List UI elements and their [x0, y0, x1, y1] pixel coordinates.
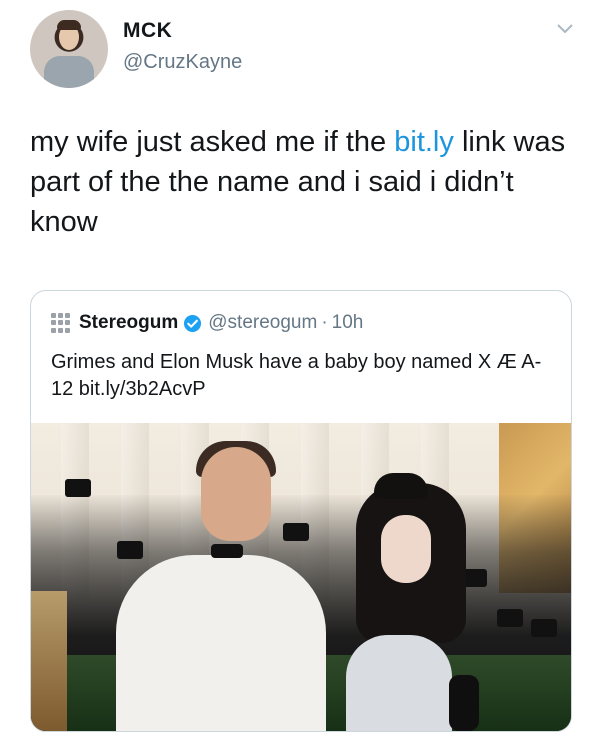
stereogum-logo-icon[interactable]	[51, 313, 71, 333]
verified-badge-icon	[184, 314, 202, 332]
tweet-header: MCK @CruzKayne	[30, 10, 575, 90]
quoted-display-name[interactable]: Stereogum	[79, 312, 178, 334]
quoted-tweet-header: Stereogum @stereogum · 10h	[51, 311, 363, 335]
tweet-text: my wife just asked me if the bit.ly link…	[30, 122, 570, 242]
user-handle[interactable]: @CruzKayne	[123, 51, 242, 74]
quoted-tweet-text: Grimes and Elon Musk have a baby boy nam…	[51, 351, 542, 400]
quoted-tweet-photo[interactable]	[31, 423, 571, 731]
tweet-inline-link[interactable]: bit.ly	[394, 126, 454, 158]
quoted-tweet-card[interactable]: Stereogum @stereogum · 10h Grimes and El…	[30, 290, 572, 732]
quoted-user-handle[interactable]: @stereogum	[208, 312, 317, 334]
chevron-down-icon[interactable]	[555, 18, 575, 38]
quoted-tweet-time[interactable]: 10h	[332, 312, 364, 334]
separator-dot: ·	[321, 312, 328, 333]
avatar[interactable]	[30, 10, 108, 88]
display-name[interactable]: MCK	[123, 19, 172, 43]
tweet-text-before-link: my wife just asked me if the	[30, 126, 395, 158]
